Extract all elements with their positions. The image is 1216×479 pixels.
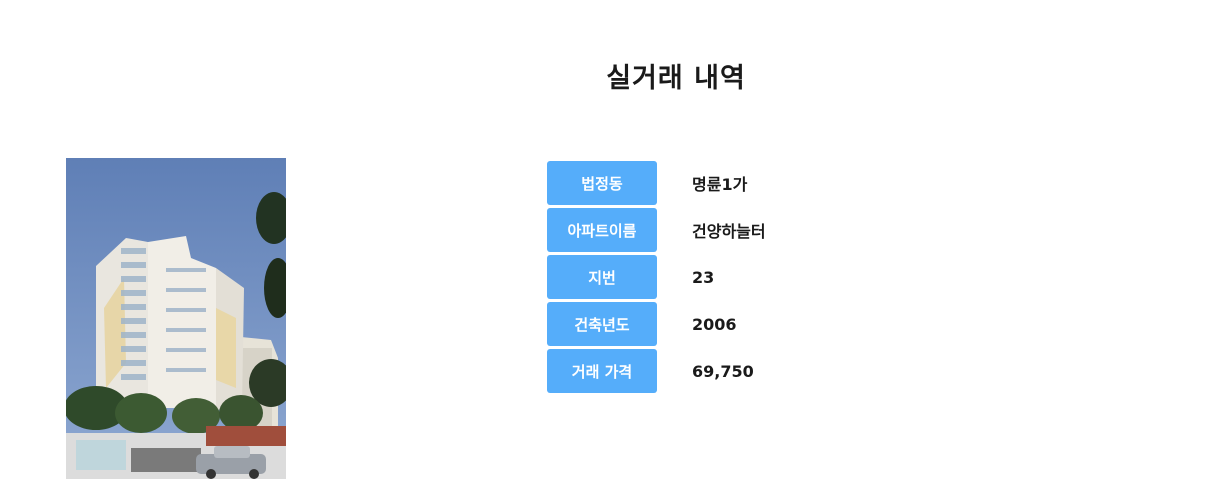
deal-price-label: 거래 가격 (547, 349, 657, 393)
detail-row-legal-dong: 법정동 명륜1가 (547, 161, 766, 205)
legal-dong-value: 명륜1가 (692, 175, 748, 194)
transaction-details: 법정동 명륜1가 아파트이름 건양하늘터 지번 23 건축년도 2006 거래 … (547, 161, 766, 396)
page-title: 실거래 내역 (606, 63, 746, 94)
page: 실거래 내역 법정동 명륜1가 아파트이름 건양하늘터 지번 23 건축년도 2… (0, 0, 1216, 479)
build-year-label: 건축년도 (547, 302, 657, 346)
deal-price-value: 69,750 (692, 361, 754, 381)
lot-number-value: 23 (692, 267, 715, 287)
detail-row-deal-price: 거래 가격 69,750 (547, 349, 766, 393)
apartment-name-value: 건양하늘터 (692, 222, 766, 241)
lot-number-label: 지번 (547, 255, 657, 299)
legal-dong-label: 법정동 (547, 161, 657, 205)
apartment-photo (66, 158, 286, 479)
apartment-name-label: 아파트이름 (547, 208, 657, 252)
detail-row-apartment-name: 아파트이름 건양하늘터 (547, 208, 766, 252)
detail-row-lot-number: 지번 23 (547, 255, 766, 299)
build-year-value: 2006 (692, 314, 737, 334)
detail-row-build-year: 건축년도 2006 (547, 302, 766, 346)
apartment-photo-image (66, 158, 286, 479)
